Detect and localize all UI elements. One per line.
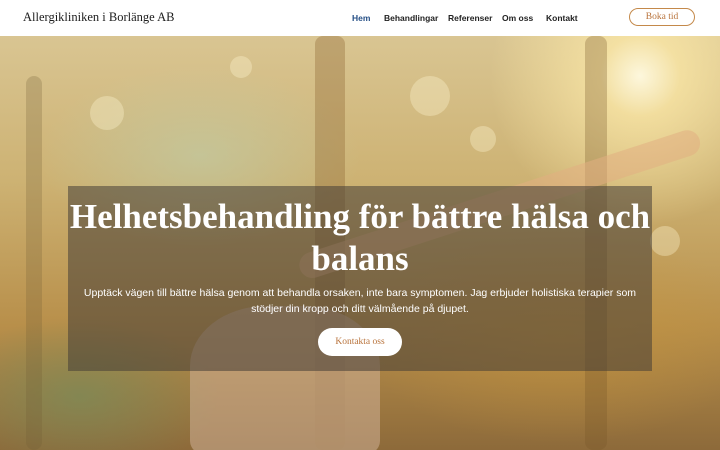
nav-item-hem[interactable]: Hem: [352, 13, 370, 23]
contact-us-button[interactable]: Kontakta oss: [318, 328, 402, 356]
nav-item-kontakt[interactable]: Kontakt: [546, 13, 578, 23]
main-nav: Hem Behandlingar Referenser Om oss Konta…: [0, 13, 720, 27]
hero-title: Helhetsbehandling för bättre hälsa och b…: [69, 197, 651, 278]
hero-description: Upptäck vägen till bättre hälsa genom at…: [83, 287, 637, 315]
nav-item-behandlingar[interactable]: Behandlingar: [384, 13, 438, 23]
book-appointment-button[interactable]: Boka tid: [629, 8, 695, 26]
nav-item-om-oss[interactable]: Om oss: [502, 13, 533, 23]
hero-section: Helhetsbehandling för bättre hälsa och b…: [0, 36, 720, 450]
nav-item-referenser[interactable]: Referenser: [448, 13, 492, 23]
site-header: Allergikliniken i Borlänge AB Hem Behand…: [0, 0, 720, 36]
